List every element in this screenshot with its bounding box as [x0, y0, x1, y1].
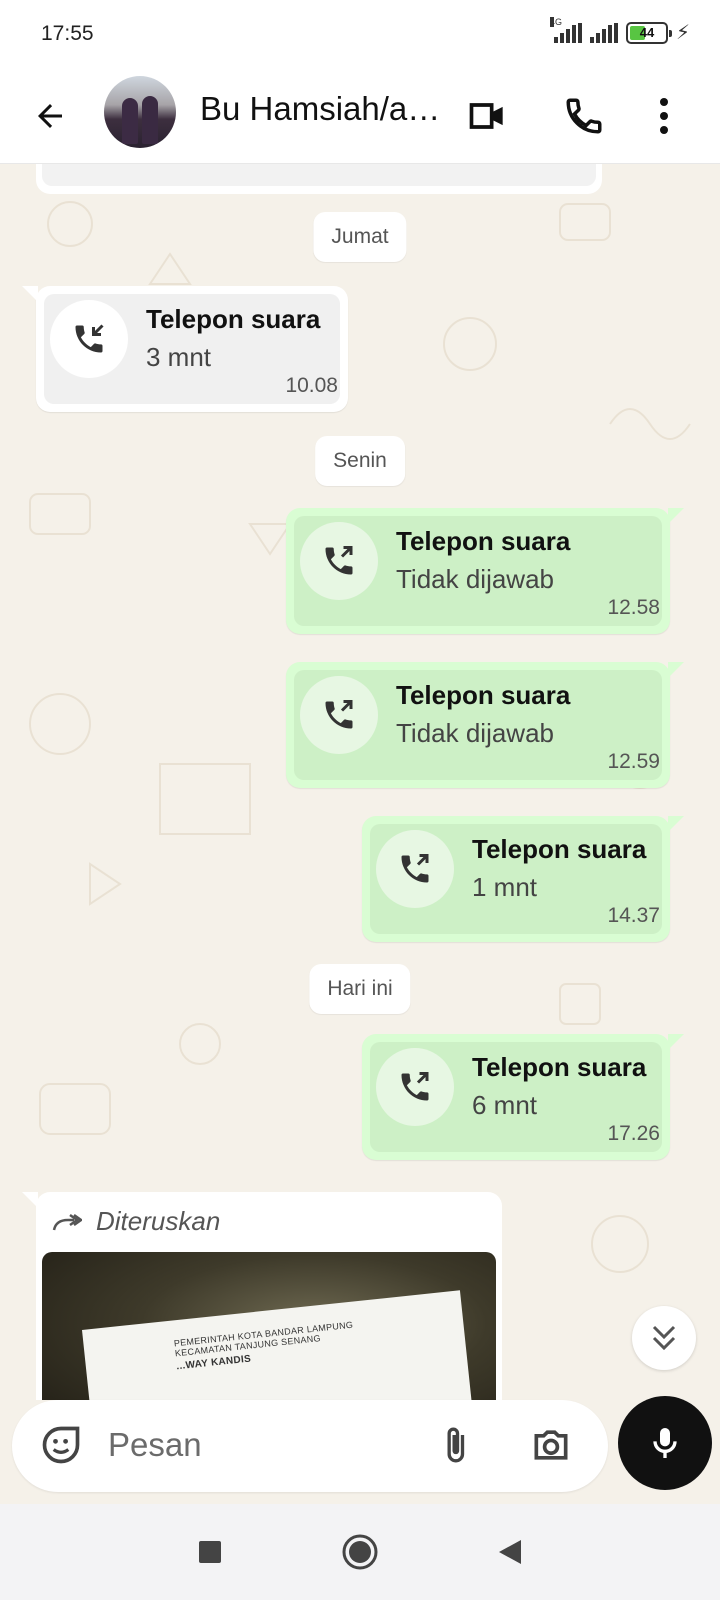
- call-message-outgoing[interactable]: Telepon suara 6 mnt 17.26: [362, 1034, 684, 1160]
- video-call-icon: [469, 103, 503, 129]
- call-icon-circle: [376, 1048, 454, 1126]
- call-icon-circle: [300, 522, 378, 600]
- signal-icon: [589, 22, 618, 43]
- home-icon: [342, 1534, 378, 1570]
- avatar[interactable]: [104, 76, 176, 148]
- message-time: 17.26: [607, 1122, 660, 1145]
- system-navbar: [0, 1504, 720, 1600]
- attach-icon: [447, 1427, 465, 1463]
- double-chevron-down-icon: [652, 1325, 676, 1351]
- document-paper: PEMERINTAH KOTA BANDAR LAMPUNG KECAMATAN…: [82, 1290, 476, 1400]
- call-duration: 3 mnt: [146, 342, 212, 372]
- call-title: Telepon suara: [146, 304, 321, 334]
- date-chip-senin: Senin: [315, 436, 405, 486]
- call-duration: 6 mnt: [472, 1090, 538, 1120]
- outgoing-call-icon: [401, 1072, 429, 1101]
- composer-box: [12, 1400, 608, 1492]
- call-title: Telepon suara: [472, 1052, 647, 1082]
- charging-icon: ⚡: [675, 22, 690, 44]
- message-time: 10.08: [285, 374, 338, 397]
- voice-call-button[interactable]: [556, 88, 612, 144]
- chat-header: Bu Hamsiah/a…: [0, 68, 720, 164]
- camera-icon: [534, 1430, 568, 1460]
- call-message-outgoing[interactable]: Telepon suara Tidak dijawab 12.58: [286, 508, 684, 634]
- call-icon-circle: [300, 676, 378, 754]
- outgoing-call-icon: [401, 854, 429, 883]
- home-button[interactable]: [334, 1526, 386, 1578]
- status-icons: 4G 44 ⚡: [549, 16, 690, 45]
- battery-level: 44: [639, 25, 655, 40]
- call-title: Telepon suara: [396, 526, 571, 556]
- outgoing-call-icon: [325, 700, 353, 729]
- call-title: Telepon suara: [472, 834, 647, 864]
- scroll-to-bottom-button[interactable]: [632, 1306, 696, 1370]
- call-title: Telepon suara: [396, 680, 571, 710]
- mic-icon: [653, 1428, 677, 1458]
- camera-button[interactable]: [522, 1416, 580, 1474]
- contact-name[interactable]: Bu Hamsiah/a…: [200, 90, 445, 128]
- call-message-incoming[interactable]: Telepon suara 3 mnt 10.08: [22, 286, 348, 412]
- call-duration: 1 mnt: [472, 872, 538, 902]
- call-status: Tidak dijawab: [396, 718, 555, 748]
- forwarded-photo[interactable]: PEMERINTAH KOTA BANDAR LAMPUNG KECAMATAN…: [42, 1252, 496, 1400]
- call-status: Tidak dijawab: [396, 564, 555, 594]
- sticker-button[interactable]: [32, 1416, 90, 1474]
- call-icon-circle: [50, 300, 128, 378]
- voice-message-button[interactable]: [618, 1396, 712, 1490]
- more-options-icon: [660, 98, 668, 134]
- message-time: 12.58: [607, 596, 660, 619]
- more-options-button[interactable]: [636, 88, 692, 144]
- recent-apps-button[interactable]: [184, 1526, 236, 1578]
- call-message-outgoing[interactable]: Telepon suara Tidak dijawab 12.59: [286, 662, 684, 788]
- chat-area[interactable]: Jumat Telepon suara 3 mnt 10.08 Senin Te…: [0, 164, 720, 1400]
- back-button[interactable]: [26, 92, 74, 140]
- message-composer: [0, 1396, 720, 1504]
- call-icon-circle: [376, 830, 454, 908]
- attach-button[interactable]: [426, 1416, 484, 1474]
- message-time: 12.59: [607, 750, 660, 773]
- date-chip-hari-ini: Hari ini: [309, 964, 411, 1014]
- signal-4g-icon: 4G: [549, 16, 582, 43]
- status-time: 17:55: [41, 22, 94, 45]
- previous-message-bubble: [36, 164, 602, 194]
- back-nav-button[interactable]: [484, 1526, 536, 1578]
- outgoing-call-icon: [325, 546, 353, 575]
- status-bar: 17:55 4G 44 ⚡: [0, 0, 720, 68]
- sticker-icon: [42, 1426, 80, 1464]
- recent-apps-icon: [199, 1541, 221, 1563]
- incoming-call-icon: [75, 324, 104, 353]
- forwarded-image-message[interactable]: Diteruskan PEMERINTAH KOTA BANDAR LAMPUN…: [22, 1192, 502, 1400]
- video-call-button[interactable]: [460, 88, 516, 144]
- back-triangle-icon: [499, 1540, 521, 1564]
- forward-arrow-icon: [52, 1213, 82, 1230]
- message-input[interactable]: [108, 1422, 408, 1468]
- date-chip-jumat: Jumat: [313, 212, 407, 262]
- network-type: 4G: [549, 16, 562, 27]
- forwarded-text: Diteruskan: [96, 1206, 221, 1236]
- voice-call-icon: [566, 98, 602, 134]
- battery-icon: 44: [625, 21, 672, 44]
- forwarded-label: Diteruskan: [52, 1206, 220, 1237]
- back-arrow-icon: [38, 104, 62, 128]
- message-time: 14.37: [607, 904, 660, 927]
- call-message-outgoing[interactable]: Telepon suara 1 mnt 14.37: [362, 816, 684, 942]
